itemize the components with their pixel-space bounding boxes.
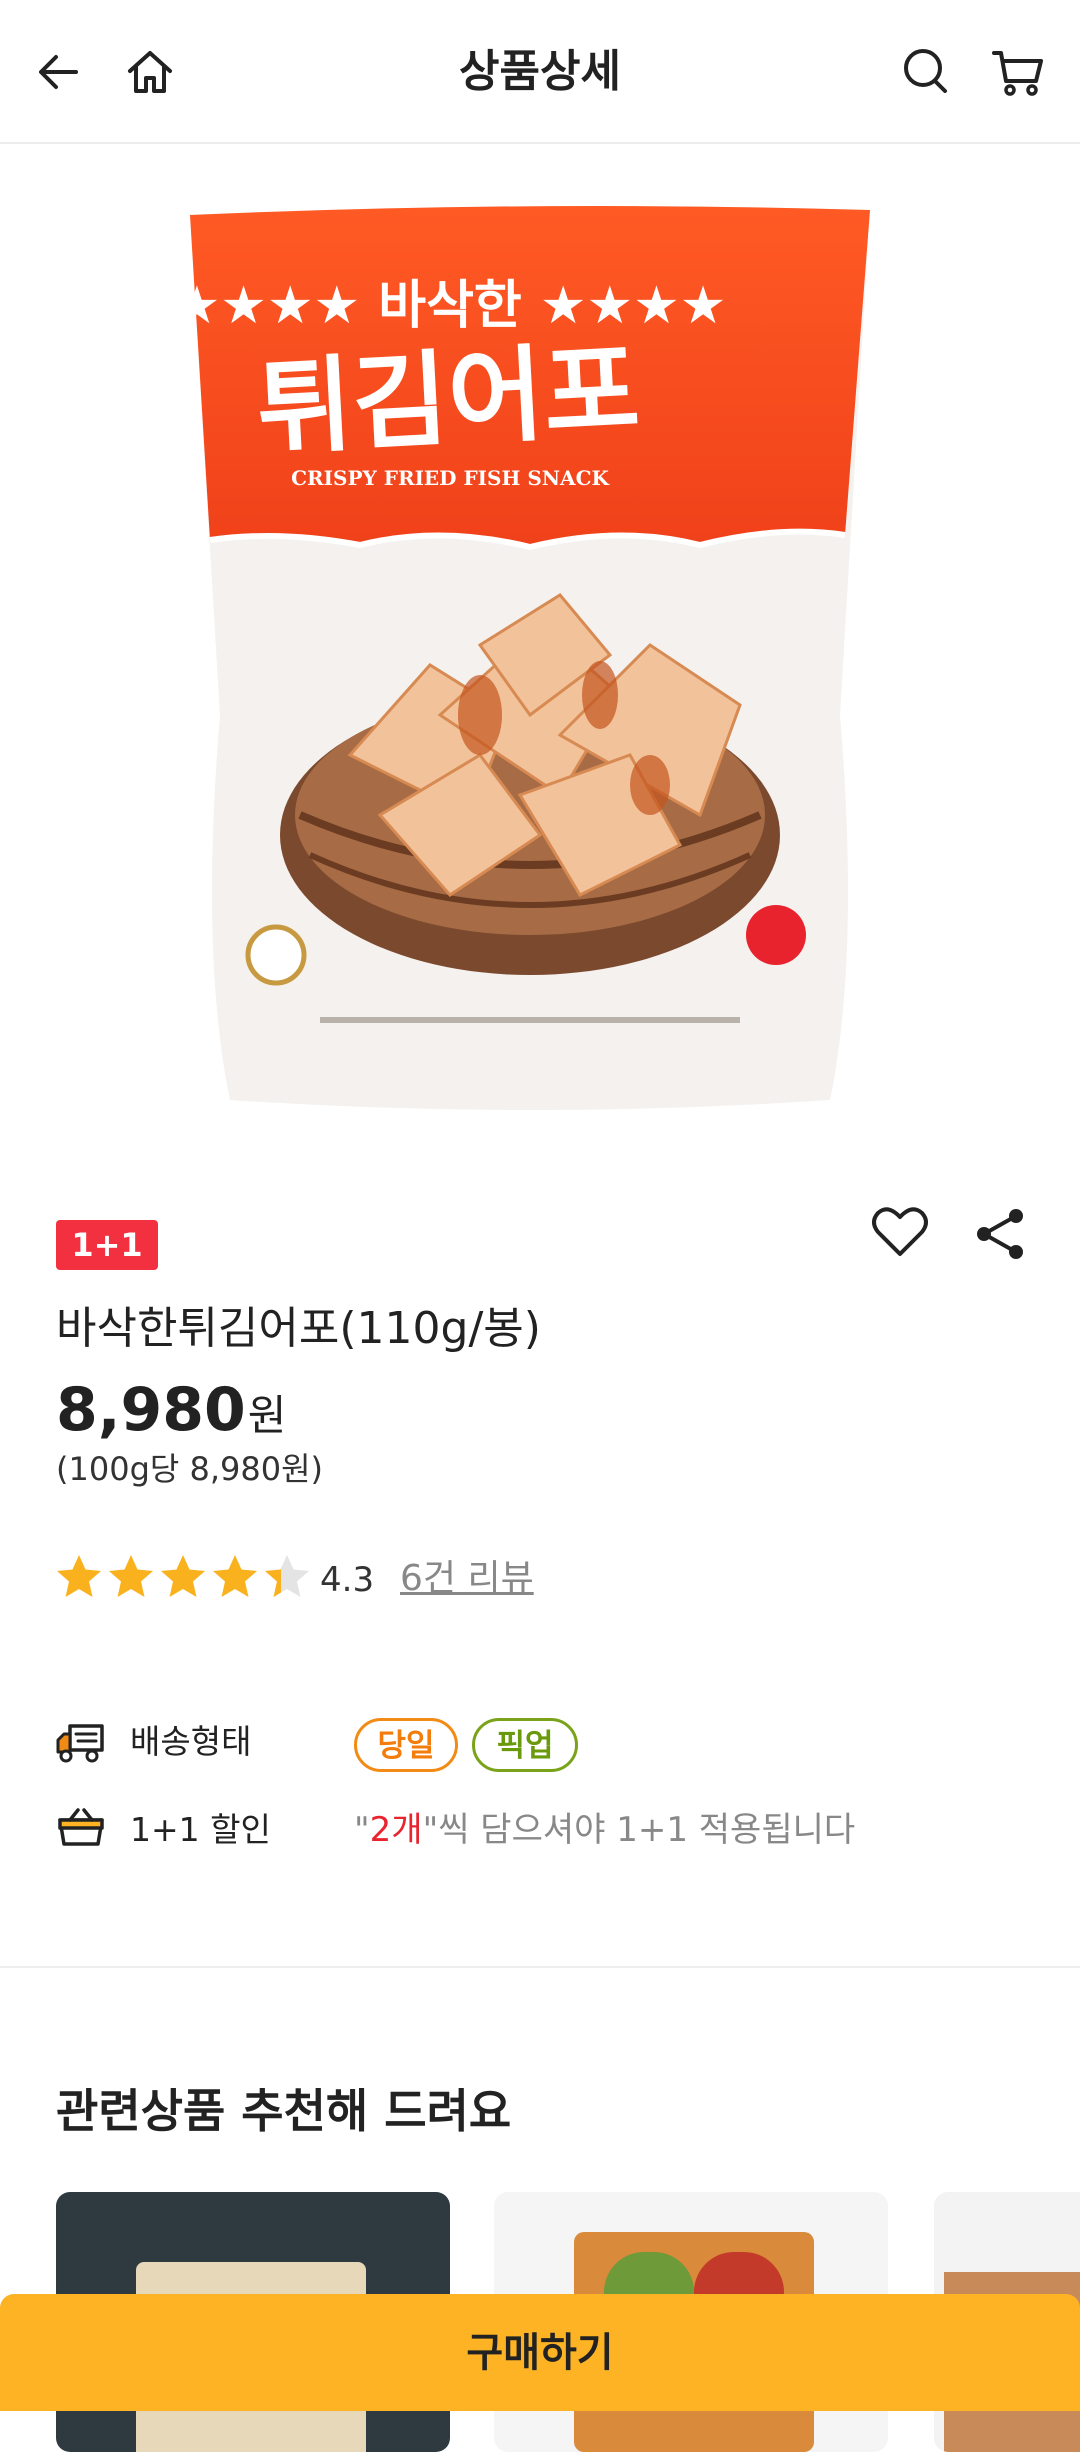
chip-same-day: 당일 — [354, 1718, 458, 1772]
basket-icon — [56, 1806, 108, 1850]
review-count-link[interactable]: 6건 리뷰 — [400, 1554, 534, 1604]
rating-stars — [54, 1552, 312, 1604]
delivery-truck-icon — [56, 1720, 108, 1764]
chip-pickup: 픽업 — [472, 1718, 578, 1772]
cart-icon[interactable] — [990, 44, 1046, 100]
top-app-bar: 상품상세 — [0, 0, 1080, 144]
share-icon[interactable] — [970, 1204, 1030, 1264]
product-image[interactable]: ★★★★ 바삭한 ★★★★ 튀김어포 CRISPY FRIED FISH SNA… — [174, 195, 880, 1125]
price-currency: 원 — [247, 1391, 287, 1440]
price-value: 8,980 — [56, 1375, 246, 1445]
heart-icon[interactable] — [868, 1200, 932, 1264]
promo-notice: "2개"씩 담으셔야 1+1 적용됩니다 — [354, 1810, 856, 1850]
product-name: 바삭한튀김어포(110g/봉) — [56, 1303, 541, 1354]
promo-label: 1+1 할인 — [130, 1810, 271, 1849]
star-icon — [57, 1555, 101, 1597]
svg-text:★★★★ 바삭한 ★★★★: ★★★★ 바삭한 ★★★★ — [180, 276, 726, 336]
rating-score: 4.3 — [320, 1560, 375, 1600]
unit-price: (100g당 8,980원) — [56, 1450, 324, 1488]
buy-button[interactable]: 구매하기 — [0, 2294, 1080, 2411]
star-icon — [161, 1555, 205, 1597]
svg-text:CRISPY FRIED FISH SNACK: CRISPY FRIED FISH SNACK — [291, 466, 609, 490]
search-icon[interactable] — [898, 44, 954, 100]
promo-badge: 1+1 — [56, 1220, 158, 1270]
delivery-type-label: 배송형태 — [130, 1722, 252, 1761]
star-icon — [109, 1555, 153, 1597]
related-products-title: 관련상품 추천해 드려요 — [56, 2084, 512, 2138]
star-icon — [213, 1555, 257, 1597]
section-divider — [0, 1966, 1080, 1968]
half-star-icon — [265, 1555, 309, 1597]
svg-text:튀김어포: 튀김어포 — [254, 328, 643, 470]
